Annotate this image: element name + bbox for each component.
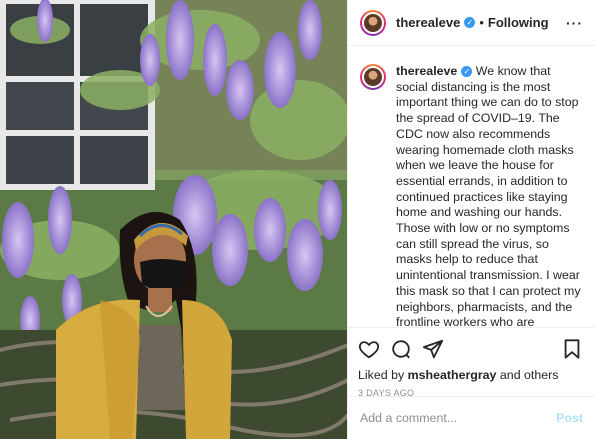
post-comment-button[interactable]: Post [556,411,583,425]
post-photo[interactable] [0,0,347,439]
more-options-icon[interactable]: ··· [566,15,583,31]
post-photo-image [0,0,347,439]
caption-verified-badge-icon: ✓ [461,66,473,78]
caption-username[interactable]: therealeve [396,64,457,78]
instagram-post: therealeve ✓ • Following ··· therealeve ✓… [0,0,595,439]
avatar[interactable] [360,9,386,36]
caption-avatar-image [362,66,384,88]
caption: therealeve ✓ We know that social distanci… [348,46,595,326]
avatar-image [362,11,384,34]
caption-avatar[interactable] [360,64,386,90]
comment-box: Post [348,396,595,439]
likes-summary: Liked by msheathergray and others [358,368,583,382]
caption-text: We know that social distancing is the mo… [396,64,581,326]
share-icon[interactable] [422,338,444,360]
post-header: therealeve ✓ • Following ··· [348,0,595,46]
separator-dot: • [479,15,484,30]
likes-user-link[interactable]: msheathergray [408,368,497,382]
action-bar: Liked by msheathergray and others 3 DAYS… [348,327,595,398]
bookmark-icon[interactable] [561,338,583,360]
post-sidebar: therealeve ✓ • Following ··· therealeve ✓… [347,0,595,439]
likes-prefix: Liked by [358,368,405,382]
caption-text-block: therealeve ✓ We know that social distanci… [396,64,583,326]
following-button[interactable]: Following [488,15,549,30]
likes-suffix[interactable]: and others [500,368,559,382]
header-username[interactable]: therealeve [396,15,460,30]
comment-icon[interactable] [390,338,412,360]
heart-icon[interactable] [358,338,380,360]
verified-badge-icon: ✓ [464,17,476,28]
comment-input[interactable] [360,411,557,425]
action-icons [358,336,583,362]
